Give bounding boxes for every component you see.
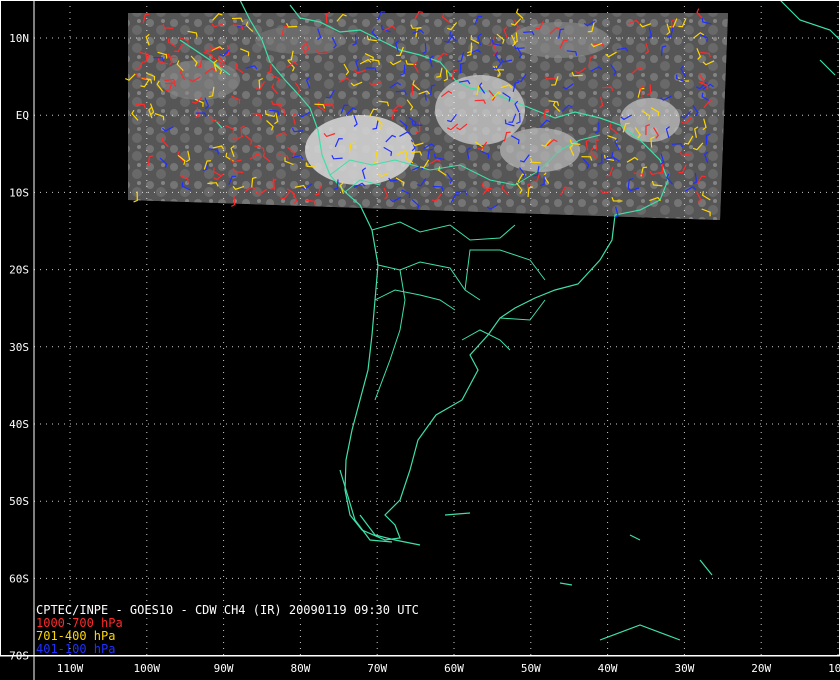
lat-label: EQ [16,109,29,122]
lat-label: 30S [9,341,29,354]
lon-label: 80W [290,662,310,675]
lat-label: 40S [9,418,29,431]
longitude-labels: 110W 100W 90W 80W 70W 60W 50W 40W 30W 20W 10W [57,662,840,675]
latitude-labels: 10N EQ 10S 20S 30S 40S 50S 60S 70S [9,32,29,663]
lon-label: 70W [367,662,387,675]
lon-label: 100W [134,662,161,675]
legend: CPTEC/INPE - GOES10 - CDW CH4 (IR) 20090… [36,604,419,656]
lon-label: 60W [444,662,464,675]
map-canvas: 10N EQ 10S 20S 30S 40S 50S 60S 70S 110W 100W 90W 80… [0,0,840,680]
lat-label: 70S [9,650,29,663]
lat-label: 50S [9,495,29,508]
lat-label: 20S [9,264,29,277]
lon-label: 20W [751,662,771,675]
lat-label: 10S [9,186,29,199]
lon-label: 40W [598,662,618,675]
lon-label: 30W [674,662,694,675]
lon-label: 110W [57,662,84,675]
legend-item-high: 401-100 hPa [36,642,116,656]
lon-label: 90W [214,662,234,675]
lat-label: 60S [9,572,29,585]
satellite-image-swath [128,13,728,220]
lat-label: 10N [9,32,29,45]
lon-label: 10W [828,662,840,675]
lon-label: 50W [521,662,541,675]
